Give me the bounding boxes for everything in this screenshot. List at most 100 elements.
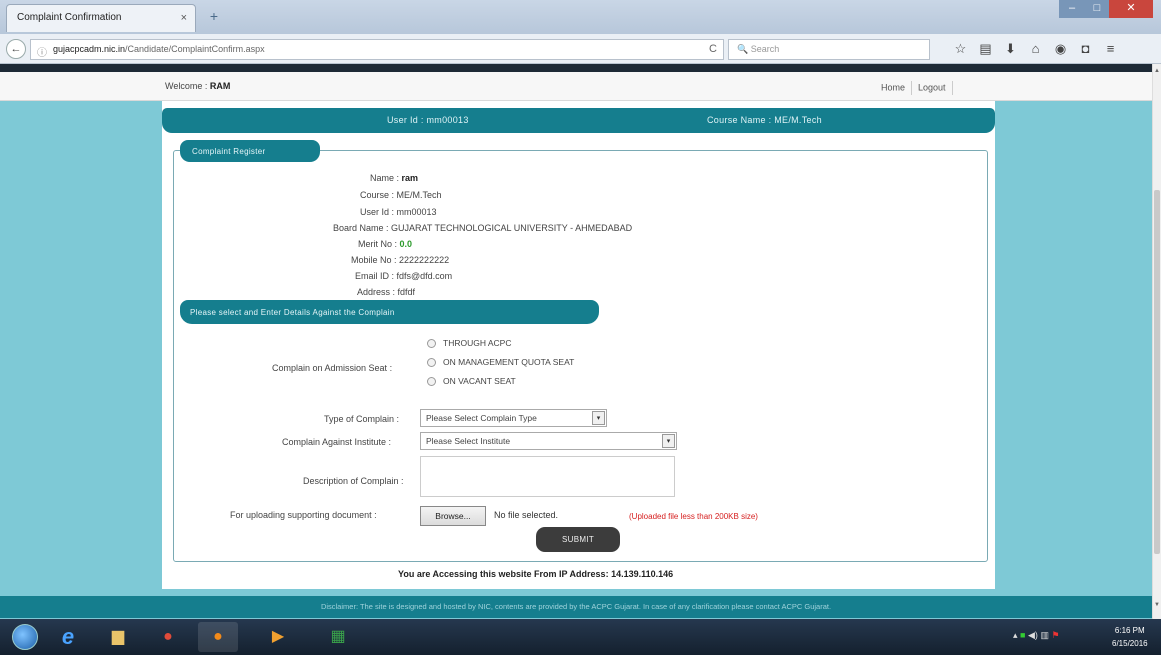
close-window-icon[interactable]: ✕: [1109, 0, 1153, 18]
home-link[interactable]: Home: [881, 82, 905, 92]
radio-vacant-seat[interactable]: ON VACANT SEAT: [427, 376, 516, 387]
detail-label: Email ID :: [355, 271, 397, 281]
firefox-icon[interactable]: ●: [198, 622, 238, 652]
radio-through-acpc[interactable]: THROUGH ACPC: [427, 338, 512, 349]
flag-icon[interactable]: ⚑: [1051, 630, 1059, 640]
back-arrow-icon[interactable]: ←: [6, 39, 26, 59]
toolbar-icons: ☆ ▤ ⬇ ⌂ ◉ ◘ ≡: [948, 41, 1123, 57]
scroll-up-icon[interactable]: ▲: [1154, 68, 1160, 74]
welcome-username: RAM: [209, 81, 231, 91]
network-icon[interactable]: ▥: [1040, 630, 1049, 640]
detail-row: Course : ME/M.Tech: [360, 190, 442, 200]
search-input[interactable]: 🔍 Search: [728, 39, 930, 60]
new-tab-icon[interactable]: +: [203, 6, 225, 26]
browser-tab[interactable]: Complaint Confirmation ×: [6, 4, 196, 32]
start-button-icon[interactable]: [12, 624, 38, 650]
clock-time: 6:16 PM: [1114, 626, 1145, 635]
detail-row: Name : ram: [370, 173, 418, 183]
institute-select[interactable]: Please Select Institute ▾: [420, 432, 677, 450]
detail-row: Board Name : GUJARAT TECHNOLOGICAL UNIVE…: [333, 223, 632, 233]
submit-button[interactable]: SUBMIT: [536, 527, 620, 552]
detail-label: Course :: [360, 190, 397, 200]
sync-icon[interactable]: ◉: [1048, 41, 1073, 57]
menu-icon[interactable]: ≡: [1098, 41, 1123, 57]
media-player-icon[interactable]: ▶: [258, 622, 298, 652]
institute-label: Complain Against Institute :: [282, 437, 392, 447]
tab-title: Complaint Confirmation: [17, 12, 122, 23]
detail-row: User Id : mm00013: [360, 207, 437, 217]
tray-app-icon[interactable]: ■: [1020, 630, 1025, 640]
detail-value: fdfdf: [397, 287, 416, 297]
radio-button[interactable]: [427, 339, 436, 349]
user-info-bar: User Id : mm00013 Course Name : ME/M.Tec…: [162, 108, 995, 133]
detail-value: fdfs@dfd.com: [396, 271, 453, 281]
minimize-icon[interactable]: –: [1059, 0, 1085, 18]
pocket-icon[interactable]: ◘: [1073, 41, 1098, 57]
detail-label: Address :: [357, 287, 398, 297]
download-icon[interactable]: ⬇: [998, 41, 1023, 57]
scroll-down-icon[interactable]: ▼: [1154, 602, 1160, 608]
detail-value: ME/M.Tech: [396, 190, 442, 200]
home-icon[interactable]: ⌂: [1023, 41, 1048, 57]
user-id-text: User Id : mm00013: [387, 115, 469, 125]
window-controls: – □ ✕: [1059, 0, 1153, 18]
radio-management-quota[interactable]: ON MANAGEMENT QUOTA SEAT: [427, 357, 575, 368]
top-links: Home Logout: [881, 81, 959, 95]
detail-row: Mobile No : 2222222222: [351, 255, 449, 265]
detail-label: User Id :: [360, 207, 397, 217]
bookmark-star-icon[interactable]: ☆: [948, 41, 973, 57]
detail-value: mm00013: [396, 207, 437, 217]
complaint-panel: [173, 150, 988, 562]
upload-size-note: (Uploaded file less than 200KB size): [629, 512, 758, 521]
detail-value: ram: [401, 173, 419, 183]
browser-nav-bar: ← ⓘ gujacpcadm.nic.in/Candidate/Complain…: [0, 34, 1161, 64]
system-tray: ▴ ■ ◀) ▥ ⚑: [1013, 630, 1060, 641]
link-divider: [911, 81, 913, 95]
welcome-bar: Welcome : RAM Home Logout: [0, 72, 1152, 101]
radio-label: THROUGH ACPC: [443, 338, 512, 348]
upload-label: For uploading supporting document :: [230, 510, 377, 520]
admission-seat-label: Complain on Admission Seat :: [272, 363, 393, 373]
info-icon[interactable]: ⓘ: [37, 44, 47, 59]
url-path: /Candidate/ComplaintConfirm.aspx: [125, 44, 265, 54]
radio-label: ON MANAGEMENT QUOTA SEAT: [443, 357, 575, 367]
detail-label: Merit No :: [358, 239, 400, 249]
radio-label: ON VACANT SEAT: [443, 376, 516, 386]
reload-icon[interactable]: C: [709, 43, 717, 55]
description-textarea[interactable]: [420, 456, 675, 497]
file-explorer-icon[interactable]: ▆: [98, 622, 138, 652]
complaint-register-legend: Complaint Register: [180, 140, 320, 162]
search-icon: 🔍: [737, 44, 751, 54]
taskbar-clock[interactable]: 6:16 PM 6/15/2016: [1112, 624, 1148, 650]
logout-link[interactable]: Logout: [918, 82, 946, 92]
no-file-text: No file selected.: [494, 510, 559, 520]
description-label: Description of Complain :: [303, 476, 404, 486]
scroll-thumb[interactable]: [1154, 190, 1160, 554]
detail-row: Email ID : fdfs@dfd.com: [355, 271, 452, 281]
chrome-icon[interactable]: ●: [148, 622, 188, 652]
volume-icon[interactable]: ◀): [1028, 630, 1038, 640]
internet-explorer-icon[interactable]: e: [48, 622, 88, 652]
site-top-strip: [0, 64, 1161, 72]
welcome-text: Welcome : RAM: [165, 81, 231, 91]
ip-address-text: You are Accessing this website From IP A…: [398, 569, 674, 579]
detail-value: GUJARAT TECHNOLOGICAL UNIVERSITY - AHMED…: [391, 223, 633, 233]
browser-tab-bar: Complaint Confirmation × + – □ ✕: [0, 0, 1161, 34]
url-bar[interactable]: ⓘ gujacpcadm.nic.in/Candidate/ComplaintC…: [30, 39, 724, 60]
chevron-down-icon[interactable]: ▾: [592, 411, 605, 425]
complain-type-select[interactable]: Please Select Complain Type ▾: [420, 409, 607, 427]
excel-icon[interactable]: ▦: [318, 622, 358, 652]
radio-button[interactable]: [427, 358, 436, 368]
detail-value: 0.0: [399, 239, 413, 249]
browse-button[interactable]: Browse...: [420, 506, 486, 526]
tray-chevron-icon[interactable]: ▴: [1013, 630, 1018, 640]
chevron-down-icon[interactable]: ▾: [662, 434, 675, 448]
complaint-details-legend: Please select and Enter Details Against …: [180, 300, 599, 324]
tab-close-icon[interactable]: ×: [181, 12, 187, 24]
select-value: Please Select Complain Type: [426, 413, 537, 423]
windows-taskbar: e ▆ ● ● ▶ ▦ ▴ ■ ◀) ▥ ⚑ 6:16 PM 6/15/2016: [0, 619, 1161, 655]
radio-button[interactable]: [427, 377, 436, 387]
library-icon[interactable]: ▤: [973, 41, 998, 57]
page-scrollbar[interactable]: ▲ ▼: [1152, 64, 1161, 619]
maximize-icon[interactable]: □: [1085, 0, 1109, 18]
